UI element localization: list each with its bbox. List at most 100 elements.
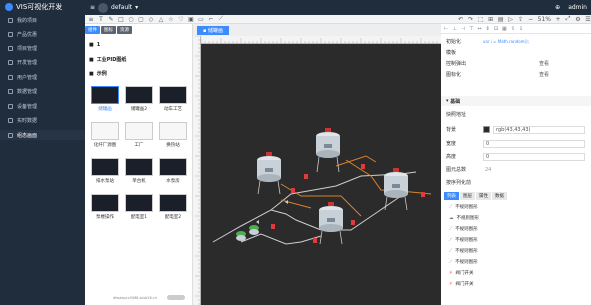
library-tab-resources[interactable]: 资源	[117, 26, 132, 34]
thumbnail-image[interactable]	[125, 86, 153, 104]
circle-icon[interactable]: ○	[128, 16, 134, 23]
thumbnail-image[interactable]	[125, 158, 153, 176]
prop-iconize-value[interactable]: 查看	[483, 71, 591, 78]
list-item[interactable]: ⟋ 不规则图形	[449, 204, 478, 210]
list-item[interactable]: ⚡ 阀门开关	[449, 281, 474, 287]
triangle-icon[interactable]: △	[158, 16, 164, 23]
subtab-layers[interactable]: 图层	[460, 192, 475, 200]
rounded-rect-icon[interactable]: ▢	[138, 16, 144, 23]
tank-3[interactable]	[384, 168, 408, 211]
share-icon[interactable]: ⇪	[518, 16, 524, 23]
section-basic[interactable]: ▾ 基础	[441, 96, 591, 106]
thumbnail-label[interactable]: 排水泵站	[89, 178, 121, 184]
list-item[interactable]: ⟋ 不规则图形	[449, 248, 478, 254]
thumbnail-image[interactable]	[159, 194, 187, 212]
thumbnail-image[interactable]	[125, 122, 153, 140]
redo-icon[interactable]: ↷	[468, 16, 474, 23]
thumbnail-label[interactable]: 水泵房	[157, 178, 189, 184]
thumbnail-image[interactable]	[91, 86, 119, 104]
pen-icon[interactable]: ✎	[108, 16, 114, 23]
layer-down-icon[interactable]: ⇩	[519, 26, 523, 32]
menu-icon[interactable]: ≡	[90, 4, 95, 11]
group-icon[interactable]: ▦	[502, 26, 507, 32]
height-input[interactable]: 0	[483, 152, 585, 161]
align-left-icon[interactable]: ⊢	[444, 26, 448, 32]
tree-root[interactable]: ■ 1	[89, 42, 100, 48]
align-right-icon[interactable]: ⊣	[461, 26, 465, 32]
thumbnail-label[interactable]: 储罐画2	[123, 106, 155, 112]
thumbnail-image[interactable]	[125, 194, 153, 212]
line-icon[interactable]: ⟋	[218, 15, 224, 22]
distribute-h-icon[interactable]: ⇔	[477, 26, 481, 32]
library-tab-icons[interactable]: 图标	[101, 26, 116, 34]
sidebar-item-devices[interactable]: 设备管理	[0, 101, 85, 111]
thumbnail-label[interactable]: 配电室1	[123, 214, 155, 220]
drawing-stage[interactable]	[201, 44, 441, 305]
square-icon[interactable]: □	[118, 16, 124, 23]
sidebar-item-my-projects[interactable]: 我的项目	[0, 15, 85, 25]
tank-2[interactable]	[257, 152, 281, 195]
sidebar-item-scada[interactable]: 组态画面	[0, 130, 85, 140]
thumbnail-label[interactable]: 换热站	[157, 142, 189, 148]
fit-icon[interactable]: ⤢	[565, 15, 571, 22]
prop-init-value[interactable]: var i = Math.random();	[483, 39, 591, 44]
connector-icon[interactable]: ⌐	[208, 16, 214, 23]
list-item[interactable]: ⟋ 不规则图形	[449, 237, 478, 243]
background-input[interactable]: rgb(43,43,43)	[493, 125, 585, 134]
zoom-in-icon[interactable]: +	[555, 16, 561, 23]
thumbnail-image[interactable]	[159, 86, 187, 104]
select-icon[interactable]: ⬚	[478, 16, 484, 23]
globe-icon[interactable]: ⊕	[555, 4, 560, 11]
width-input[interactable]: 0	[483, 139, 585, 148]
sidebar-item-users[interactable]: 用户管理	[0, 72, 85, 82]
sidebar-item-projects[interactable]: 项目管理	[0, 43, 85, 53]
thumbnail-label[interactable]: 化纤厂源图	[89, 142, 121, 148]
align-top-icon[interactable]: ⊤	[469, 26, 473, 32]
sidebar-item-data[interactable]: 数据管理	[0, 86, 85, 96]
thumbnail-label[interactable]: 配电室2	[157, 214, 189, 220]
sidebar-item-dev[interactable]: 开发管理	[0, 57, 85, 67]
app-brand[interactable]: VIS可视化开发	[5, 1, 85, 13]
settings-icon[interactable]: ⚙	[575, 16, 581, 23]
canvas-tab[interactable]: ▪ 储罐画	[197, 26, 229, 35]
thumbnail-label[interactable]: 储罐画	[89, 106, 121, 112]
text-icon[interactable]: T	[98, 16, 104, 23]
color-swatch[interactable]	[483, 126, 490, 133]
user-name[interactable]: admin	[568, 4, 587, 11]
subtab-list[interactable]: 列表	[444, 192, 459, 200]
thumbnail-image[interactable]	[91, 122, 119, 140]
layer-up-icon[interactable]: ⇧	[511, 26, 515, 32]
menu-icon[interactable]: ☰	[585, 16, 591, 23]
subtab-data[interactable]: 数据	[492, 192, 507, 200]
sidebar-item-products[interactable]: 产品优惠	[0, 29, 85, 39]
align-center-icon[interactable]: ⊥	[452, 26, 456, 32]
process-diagram[interactable]	[201, 44, 441, 305]
group-examples[interactable]: ■ 示例	[89, 70, 107, 78]
save-icon[interactable]: ▤	[498, 16, 504, 23]
lock-icon[interactable]: ⊡	[494, 26, 498, 32]
zoom-out-icon[interactable]: −	[528, 16, 534, 23]
thumbnail-label[interactable]: 工厂	[123, 142, 155, 148]
thumbnail-label[interactable]: 泵楼操作	[89, 214, 121, 220]
thumbnail-label[interactable]: 单台机	[123, 178, 155, 184]
group-pid[interactable]: ■ 工业PID图纸	[89, 56, 126, 64]
list-item[interactable]: ☁ 不规则图形	[449, 215, 479, 222]
thumbnail-label[interactable]: 动车工艺	[157, 106, 189, 112]
prop-popup-value[interactable]: 查看	[483, 60, 591, 67]
list-item[interactable]: ⟋ 不规则图形	[449, 259, 478, 265]
distribute-v-icon[interactable]: ⇕	[486, 26, 490, 32]
thumbnail-image[interactable]	[159, 122, 187, 140]
monitor-icon[interactable]: ▭	[198, 16, 204, 23]
thumbnail-image[interactable]	[91, 194, 119, 212]
star-icon[interactable]: ☆	[168, 16, 174, 23]
preview-icon[interactable]: ▷	[508, 16, 514, 23]
diamond-icon[interactable]: ◇	[148, 16, 154, 23]
sidebar-item-realtime[interactable]: 实时数据	[0, 115, 85, 125]
library-tab-components[interactable]: 组件	[85, 26, 100, 34]
toggle-switch[interactable]	[167, 295, 185, 300]
subtab-attributes[interactable]: 属性	[476, 192, 491, 200]
menu-icon[interactable]: ≡	[88, 16, 94, 23]
thumbnail-image[interactable]	[159, 158, 187, 176]
list-item[interactable]: ⚡ 阀门开关	[449, 270, 474, 276]
heart-icon[interactable]: ♡	[178, 16, 184, 23]
